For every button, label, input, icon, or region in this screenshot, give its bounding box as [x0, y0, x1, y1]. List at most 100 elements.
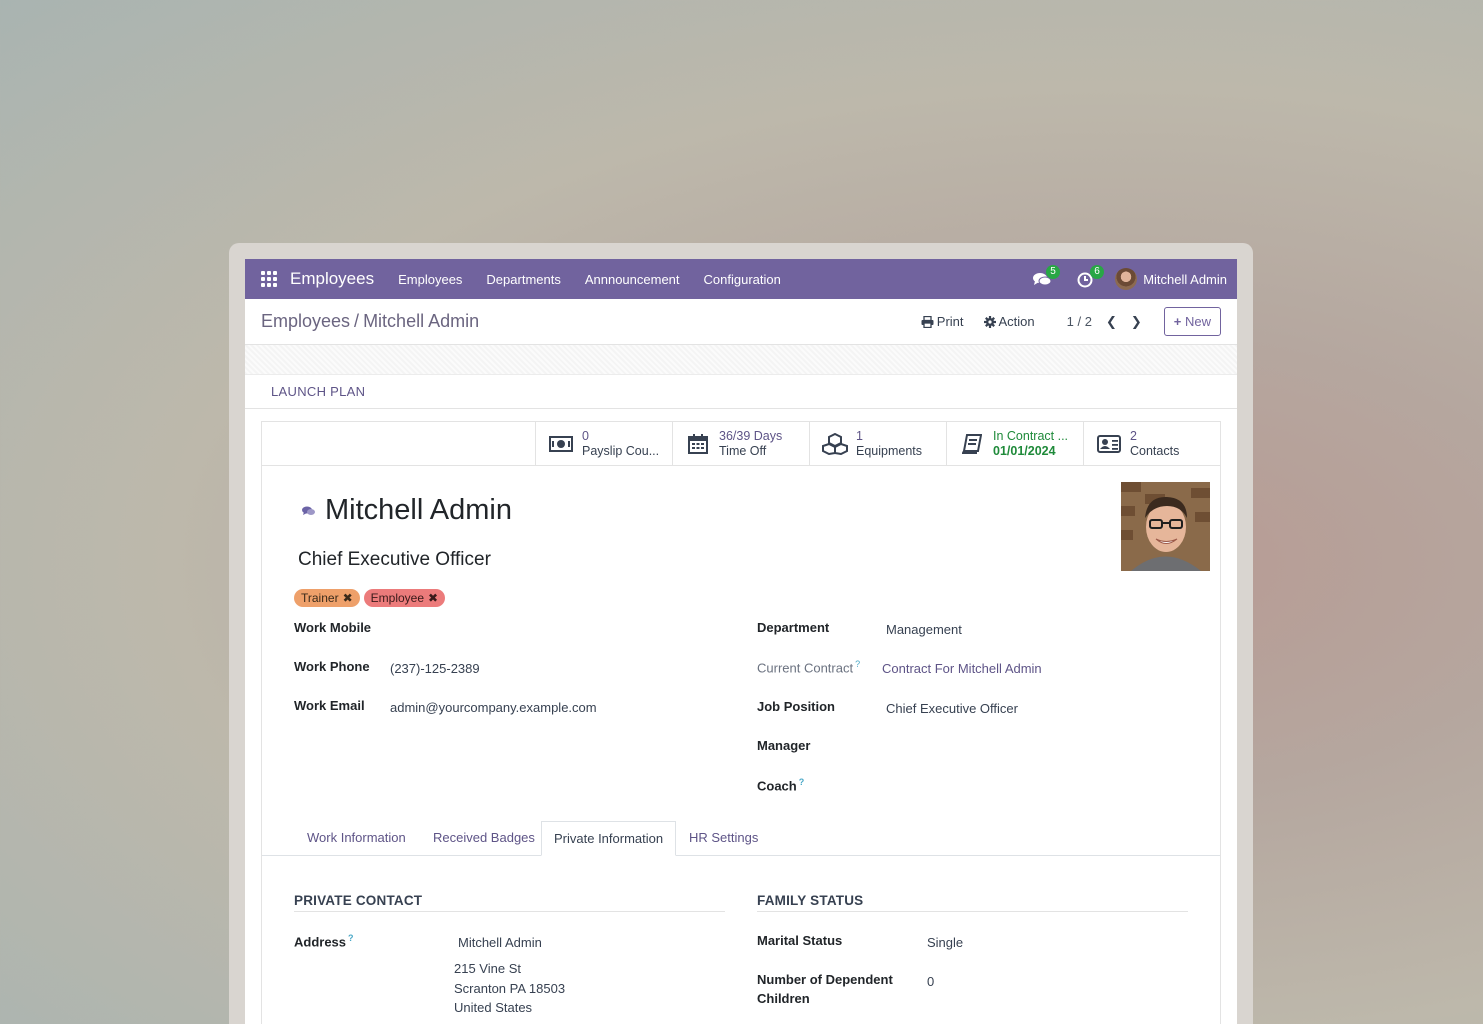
- cubes-icon: [822, 432, 848, 455]
- dependents-label-line1: Number of Dependent: [757, 972, 893, 987]
- tab-hr-settings[interactable]: HR Settings: [677, 821, 770, 856]
- stripe-divider: [245, 345, 1237, 375]
- help-tooltip-icon[interactable]: ?: [348, 933, 354, 943]
- section-divider: [757, 911, 1188, 912]
- money-icon: [549, 435, 573, 452]
- payslip-smart-button[interactable]: 0 Payslip Cou...: [535, 422, 672, 465]
- breadcrumb: Employees / Mitchell Admin: [261, 311, 479, 332]
- contract-date: 01/01/2024: [993, 443, 1056, 458]
- menu-configuration[interactable]: Configuration: [704, 272, 781, 287]
- address-card-icon: [1097, 434, 1121, 453]
- family-status-title: FAMILY STATUS: [757, 893, 864, 908]
- work-phone-label: Work Phone: [294, 659, 370, 674]
- app-brand[interactable]: Employees: [290, 269, 374, 289]
- tag-employee-label: Employee: [370, 591, 425, 605]
- apps-menu-icon[interactable]: [261, 271, 277, 287]
- job-position-label: Job Position: [757, 699, 835, 714]
- current-contract-field[interactable]: Contract For Mitchell Admin: [882, 661, 1042, 676]
- department-field[interactable]: Management: [886, 622, 962, 637]
- tab-private-information[interactable]: Private Information: [541, 821, 677, 856]
- form-statusbar: LAUNCH PLAN: [245, 375, 1237, 409]
- calendar-icon: [688, 433, 708, 454]
- remove-tag-icon[interactable]: ✖: [428, 591, 438, 605]
- systray: 5 6 Mitchell Admin: [1011, 265, 1227, 290]
- marital-status-field[interactable]: Single: [927, 935, 963, 950]
- time-off-days: 36/39 Days: [719, 428, 783, 443]
- help-tooltip-icon[interactable]: ?: [799, 777, 805, 787]
- messages-button[interactable]: 5: [1033, 265, 1060, 289]
- address-label-text: Address: [294, 934, 347, 950]
- tag-trainer[interactable]: Trainer ✖: [294, 589, 360, 607]
- user-menu[interactable]: Mitchell Admin: [1115, 268, 1227, 290]
- address-line-1: 215 Vine St: [454, 961, 521, 976]
- employee-title-row: Mitchell Admin: [302, 494, 512, 527]
- plus-icon: +: [1173, 314, 1182, 329]
- equipments-smart-button[interactable]: 1 Equipments: [809, 422, 946, 465]
- remove-tag-icon[interactable]: ✖: [343, 591, 353, 605]
- messages-count-badge: 5: [1046, 265, 1060, 279]
- contacts-count: 2: [1130, 428, 1137, 443]
- work-phone-field[interactable]: (237)-125-2389: [390, 661, 480, 676]
- new-button[interactable]: + New: [1163, 307, 1221, 336]
- dependents-label-line2: Children: [757, 991, 810, 1006]
- menu-departments[interactable]: Departments: [486, 272, 560, 287]
- manager-label: Manager: [757, 738, 811, 753]
- contract-status: In Contract ...: [993, 428, 1069, 443]
- book-icon: [962, 433, 982, 454]
- pager-next-icon[interactable]: ❯: [1131, 314, 1142, 330]
- user-name: Mitchell Admin: [1143, 271, 1227, 287]
- tab-work-information[interactable]: Work Information: [295, 821, 418, 856]
- print-button[interactable]: Print: [921, 314, 964, 329]
- print-label: Print: [936, 314, 964, 329]
- marital-status-label: Marital Status: [757, 933, 843, 948]
- pager-value[interactable]: 1 / 2: [1067, 314, 1092, 329]
- address-line-3: United States: [454, 1000, 533, 1015]
- activities-count-badge: 6: [1090, 265, 1104, 279]
- notebook-tabs: Work Information Received Badges Private…: [262, 821, 1220, 856]
- help-tooltip-icon[interactable]: ?: [855, 659, 860, 669]
- work-mobile-label: Work Mobile: [294, 620, 372, 635]
- dependents-field[interactable]: 0: [927, 974, 934, 989]
- employee-photo[interactable]: [1121, 482, 1210, 571]
- control-panel: Employees / Mitchell Admin Print Action …: [245, 299, 1237, 345]
- coach-label: Coach?: [757, 777, 804, 793]
- section-divider: [294, 911, 725, 912]
- tab-received-badges[interactable]: Received Badges: [421, 821, 547, 856]
- payslip-label: Payslip Cou...: [582, 443, 660, 458]
- contacts-label: Contacts: [1130, 443, 1180, 458]
- form-sheet: 0 Payslip Cou... 36/39 Days Time Off 1 E…: [261, 421, 1221, 1024]
- time-off-label: Time Off: [719, 443, 767, 458]
- print-icon: [921, 315, 934, 328]
- tag-employee[interactable]: Employee ✖: [363, 589, 446, 607]
- work-email-field[interactable]: admin@yourcompany.example.com: [390, 700, 597, 715]
- menu-employees[interactable]: Employees: [398, 272, 462, 287]
- time-off-smart-button[interactable]: 36/39 Days Time Off: [672, 422, 809, 465]
- contacts-smart-button[interactable]: 2 Contacts: [1083, 422, 1220, 465]
- app-window: Employees Employees Departments Annnounc…: [245, 259, 1237, 1024]
- contract-smart-button[interactable]: In Contract ... 01/01/2024: [946, 422, 1083, 465]
- action-button[interactable]: Action: [983, 314, 1035, 329]
- employee-name[interactable]: Mitchell Admin: [325, 494, 512, 527]
- breadcrumb-current: Mitchell Admin: [363, 311, 480, 331]
- tag-trainer-label: Trainer: [301, 591, 339, 605]
- employee-tags: Trainer ✖ Employee ✖: [294, 589, 449, 607]
- employee-avatar-image: [1121, 482, 1210, 571]
- smart-button-box: 0 Payslip Cou... 36/39 Days Time Off 1 E…: [262, 422, 1220, 466]
- address-line-2: Scranton PA 18503: [454, 981, 566, 996]
- employee-job-title[interactable]: Chief Executive Officer: [298, 549, 491, 571]
- pager-previous-icon[interactable]: ❮: [1106, 314, 1117, 330]
- launch-plan-button[interactable]: LAUNCH PLAN: [271, 384, 365, 399]
- chat-icon[interactable]: [302, 506, 315, 516]
- work-email-label: Work Email: [294, 698, 365, 713]
- breadcrumb-parent[interactable]: Employees: [261, 311, 350, 331]
- address-contact-name[interactable]: Mitchell Admin: [458, 935, 542, 950]
- activities-button[interactable]: 6: [1077, 265, 1104, 289]
- gear-icon: [983, 315, 996, 328]
- new-label: New: [1184, 314, 1211, 329]
- action-label: Action: [998, 314, 1035, 329]
- job-position-field[interactable]: Chief Executive Officer: [886, 701, 1018, 716]
- menu-announcement[interactable]: Annnouncement: [585, 272, 680, 287]
- current-contract-label-text: Current Contract: [757, 660, 854, 676]
- address-label: Address?: [294, 933, 354, 949]
- equipments-label: Equipments: [856, 443, 923, 458]
